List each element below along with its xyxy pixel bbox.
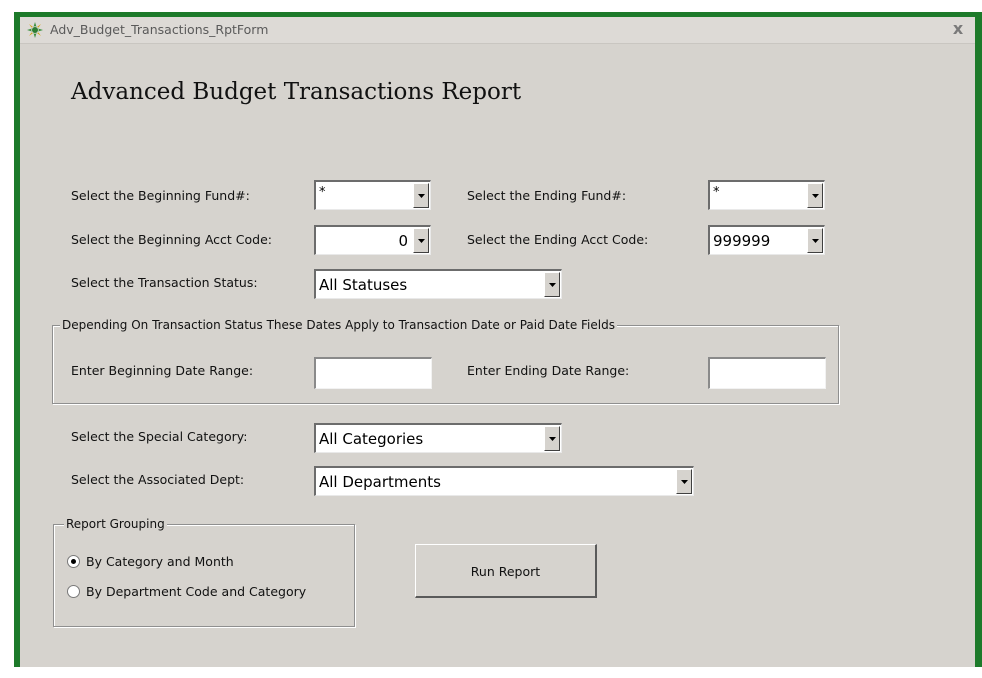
title-bar: Adv_Budget_Transactions_RptForm x [20,17,975,44]
chevron-down-icon [812,194,819,198]
window-title: Adv_Budget_Transactions_RptForm [50,22,269,37]
associated-dept-value: All Departments [319,473,441,491]
radio-label: By Category and Month [86,554,234,569]
beginning-date-label: Enter Beginning Date Range: [71,363,254,378]
report-grouping-caption: Report Grouping [64,517,167,531]
beginning-acct-combo[interactable]: 0 [314,225,431,255]
beginning-acct-value: 0 [398,232,408,250]
radio-by-department-category[interactable]: By Department Code and Category [67,584,347,602]
chevron-down-icon [812,239,819,243]
ending-fund-label: Select the Ending Fund#: [467,188,627,203]
ending-date-label: Enter Ending Date Range: [467,363,630,378]
associated-dept-combo[interactable]: All Departments [314,466,694,496]
beginning-date-input[interactable] [314,357,432,389]
chevron-down-icon [418,239,425,243]
date-range-group-caption: Depending On Transaction Status These Da… [60,318,617,332]
associated-dept-dropdown-button[interactable] [676,469,692,494]
transaction-status-label: Select the Transaction Status: [71,275,258,290]
ending-acct-value: 999999 [713,232,771,250]
beginning-fund-combo[interactable]: * [314,180,431,210]
radio-button-selected[interactable] [67,555,80,568]
ending-date-input[interactable] [708,357,826,389]
beginning-acct-label: Select the Beginning Acct Code: [71,232,273,247]
chevron-down-icon [549,437,556,441]
radio-by-category-month[interactable]: By Category and Month [67,554,267,572]
ending-fund-dropdown-button[interactable] [807,183,823,208]
radio-button[interactable] [67,585,80,598]
special-category-dropdown-button[interactable] [544,426,560,451]
beginning-fund-label: Select the Beginning Fund#: [71,188,250,203]
transaction-status-value: All Statuses [319,276,408,294]
ending-fund-value: * [713,185,720,200]
ending-acct-combo[interactable]: 999999 [708,225,825,255]
run-report-label: Run Report [470,564,541,579]
form-window: Adv_Budget_Transactions_RptForm x Advanc… [20,17,975,667]
page-title: Advanced Budget Transactions Report [71,79,522,105]
screen: Adv_Budget_Transactions_RptForm x Advanc… [0,0,982,678]
associated-dept-label: Select the Associated Dept: [71,472,245,487]
transaction-status-combo[interactable]: All Statuses [314,269,562,299]
window-frame-right [975,12,982,667]
chevron-down-icon [549,283,556,287]
chevron-down-icon [418,194,425,198]
radio-label: By Department Code and Category [86,584,307,599]
transaction-status-dropdown-button[interactable] [544,272,560,297]
beginning-acct-dropdown-button[interactable] [413,228,429,253]
app-icon [26,21,44,39]
run-report-button[interactable]: Run Report [415,544,597,598]
chevron-down-icon [681,480,688,484]
ending-fund-combo[interactable]: * [708,180,825,210]
report-grouping-groupbox [53,524,355,627]
beginning-fund-dropdown-button[interactable] [413,183,429,208]
ending-acct-dropdown-button[interactable] [807,228,823,253]
special-category-value: All Categories [319,430,424,448]
close-button[interactable]: x [949,19,967,39]
beginning-fund-value: * [319,185,326,200]
special-category-label: Select the Special Category: [71,429,248,444]
ending-acct-label: Select the Ending Acct Code: [467,232,649,247]
special-category-combo[interactable]: All Categories [314,423,562,453]
